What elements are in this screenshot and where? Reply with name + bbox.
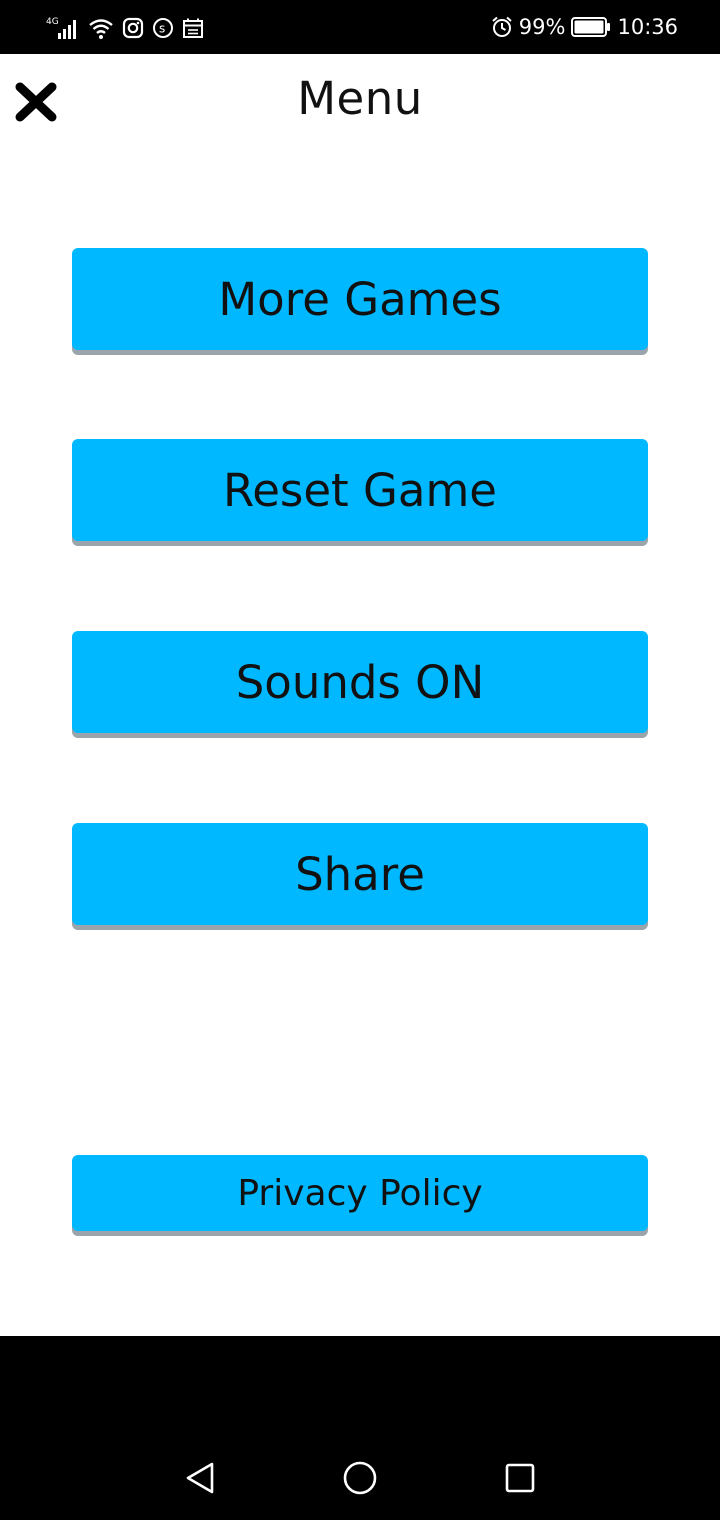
status-left-icons: 4G s [46, 14, 204, 42]
svg-text:4G: 4G [46, 17, 59, 27]
recents-button[interactable] [490, 1448, 550, 1508]
battery-icon [571, 16, 611, 38]
privacy-policy-button[interactable]: Privacy Policy [72, 1155, 648, 1231]
reset-game-button[interactable]: Reset Game [72, 439, 648, 541]
menu-screen: Menu More Games Reset Game Sounds ON Sha… [0, 54, 720, 1336]
status-right-icons: 99% 10:36 [491, 12, 678, 42]
back-button[interactable] [170, 1448, 230, 1508]
page-title: Menu [297, 72, 423, 125]
instagram-icon [122, 17, 144, 39]
more-games-button[interactable]: More Games [72, 248, 648, 350]
alarm-icon [491, 16, 513, 38]
status-bar: 4G s 99% 10:36 [0, 0, 720, 54]
home-button[interactable] [330, 1448, 390, 1508]
clock: 10:36 [617, 15, 678, 39]
home-icon [343, 1461, 377, 1495]
screen: 4G s 99% 10:36 Menu More Games Reset Gam… [0, 0, 720, 1520]
signal-icon: 4G [46, 15, 80, 41]
svg-text:s: s [159, 22, 165, 36]
navigation-bar [0, 1336, 720, 1520]
share-button[interactable]: Share [72, 823, 648, 925]
sounds-toggle-button[interactable]: Sounds ON [72, 631, 648, 733]
battery-percent: 99% [518, 15, 566, 39]
s-app-icon: s [152, 17, 174, 39]
back-icon [186, 1462, 214, 1494]
wifi-icon [88, 16, 114, 40]
calendar-icon [182, 17, 204, 39]
recents-icon [505, 1463, 535, 1493]
